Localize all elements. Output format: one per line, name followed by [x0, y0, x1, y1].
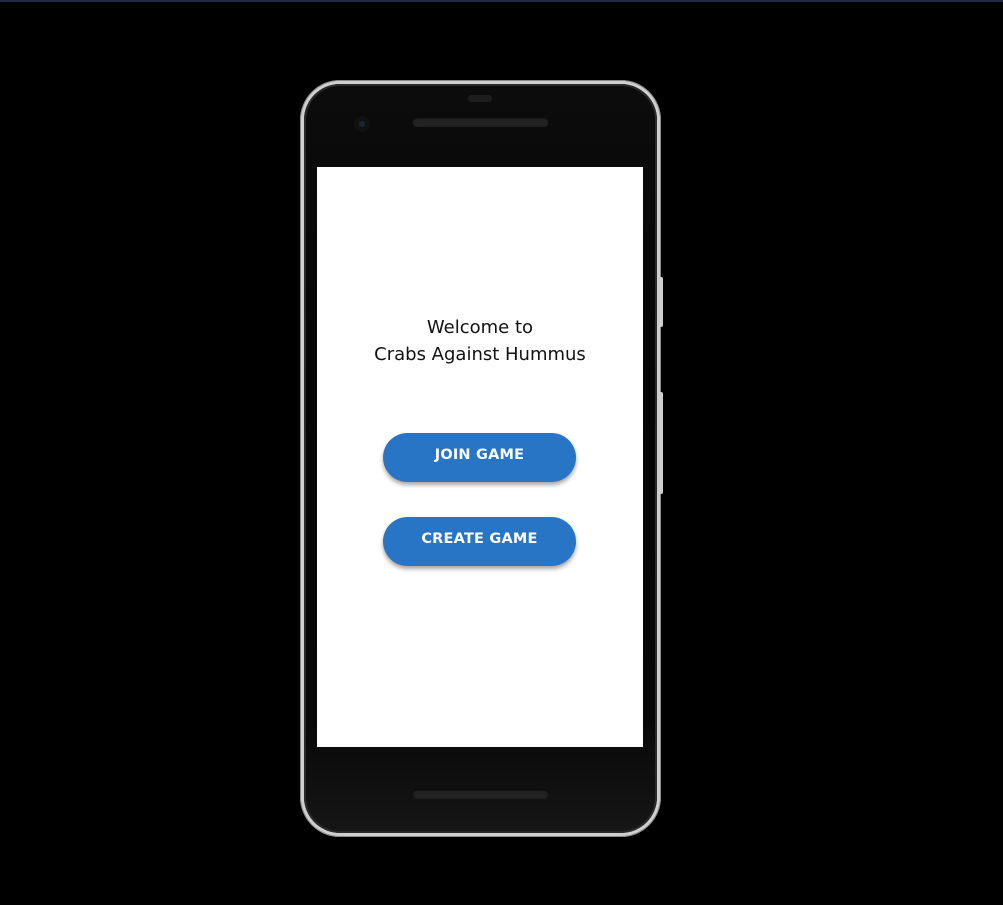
top-border	[0, 0, 1003, 2]
power-button	[659, 277, 663, 327]
join-game-button[interactable]: JOIN GAME	[383, 433, 576, 482]
top-sensor	[468, 95, 492, 102]
app-screen: Welcome to Crabs Against Hummus JOIN GAM…	[317, 167, 643, 747]
bottom-speaker	[412, 789, 549, 799]
volume-button	[659, 392, 663, 494]
create-game-button[interactable]: CREATE GAME	[383, 517, 576, 566]
welcome-line-2: Crabs Against Hummus	[374, 344, 586, 365]
camera-icon	[354, 116, 370, 132]
top-speaker	[412, 117, 549, 127]
welcome-line-1: Welcome to	[426, 317, 534, 338]
welcome-heading: Welcome to Crabs Against Hummus	[317, 314, 643, 368]
